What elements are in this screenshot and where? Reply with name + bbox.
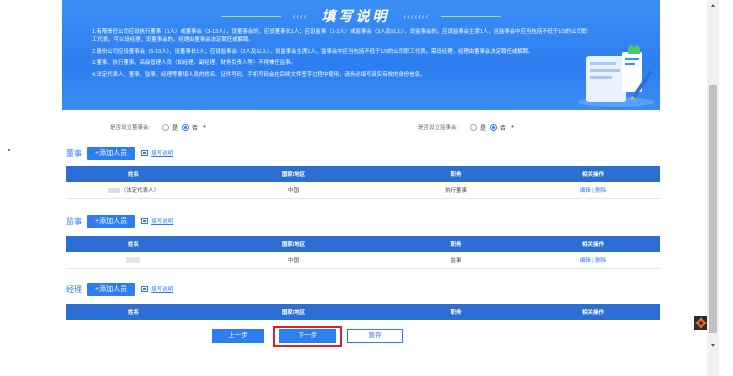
next-step-button[interactable]: 下一步: [279, 329, 336, 343]
board-no-label: 否: [192, 125, 199, 132]
cell-country: 中国: [287, 188, 299, 194]
title-divider-right: [441, 15, 502, 17]
manager-table: 姓名 国家/地区 职务 相关操作: [66, 304, 660, 320]
board-no-radio[interactable]: [182, 123, 190, 131]
delete-link[interactable]: 删除: [595, 188, 606, 194]
title-arrows-right: ‹‹‹‹‹‹‹: [403, 11, 430, 21]
banner-title: 填写说明: [321, 8, 390, 24]
supervisor-no-label: 否: [500, 125, 507, 132]
table-header: 姓名 国家/地区 职务 相关操作: [66, 304, 660, 320]
section-title: 经理: [66, 284, 82, 294]
cell-actions: 编辑 | 删除: [526, 186, 660, 194]
save-draft-button[interactable]: 暂存: [347, 329, 403, 343]
redacted-name: [107, 188, 120, 194]
board-question: 是否设立董事会: 是 否 •: [110, 121, 206, 133]
clipboard-pen-illustration: [578, 45, 654, 107]
scroll-up-icon[interactable]: [711, 4, 715, 7]
supervisor-yes-radio[interactable]: [470, 123, 478, 131]
cell-role: 监事: [450, 258, 462, 264]
section-header-director: 董事 +添加人员 填写说明: [66, 146, 173, 160]
header-name: 姓名: [127, 310, 139, 316]
board-question-label: 是否设立董事会:: [110, 125, 151, 131]
section-title: 监事: [66, 216, 82, 226]
header-country: 国家/地区: [281, 310, 306, 316]
manager-help-link[interactable]: 填写说明: [141, 285, 173, 293]
header-role: 职务: [450, 310, 462, 316]
action-separator: |: [592, 188, 594, 194]
cell-name: [66, 256, 201, 263]
cell-name: （法定代表人）: [66, 186, 201, 194]
board-yes-label: 是: [172, 125, 179, 132]
document-icon: [141, 150, 149, 156]
delete-link[interactable]: 删除: [595, 258, 606, 264]
vertical-scrollbar[interactable]: [707, 0, 719, 376]
supervisor-table: 姓名 国家/地区 职务 相关操作 中国 监事 编辑 | 删除: [66, 236, 660, 269]
help-label: 填写说明: [151, 151, 174, 157]
prev-step-button[interactable]: 上一步: [212, 329, 264, 343]
note-4: 4.法定代表人、董事、监事、经理等要填人员的姓名、证件号码、手机号码会在后续文件…: [92, 71, 426, 78]
supervisor-help-link[interactable]: 填写说明: [141, 217, 173, 225]
header-name: 姓名: [127, 172, 139, 178]
header-role: 职务: [450, 172, 462, 178]
note-2: 2.股份公司应设董事会（5-19人），设董事长1人；应设监事会（3人及以上），设…: [92, 48, 534, 55]
action-separator: |: [592, 258, 594, 264]
document-icon: [141, 286, 149, 292]
header-country: 国家/地区: [281, 172, 306, 178]
header-actions: 相关操作: [581, 242, 604, 248]
add-director-button[interactable]: +添加人员: [87, 146, 136, 160]
header-country: 国家/地区: [281, 242, 306, 248]
board-yes-radio[interactable]: [162, 123, 170, 131]
stray-dot: [8, 149, 10, 151]
instructions-banner: ‹‹‹‹ 填写说明 ‹‹‹‹‹‹‹ 1.有限责任公司应设执行董事（1人）或董事会…: [62, 0, 660, 110]
supervisor-no-radio[interactable]: [490, 123, 498, 131]
document-icon: [141, 218, 149, 224]
table-header: 姓名 国家/地区 职务 相关操作: [66, 236, 660, 252]
supervisor-question-label: 是否设立监事会:: [418, 125, 459, 131]
section-header-supervisor: 监事 +添加人员 填写说明: [66, 214, 173, 228]
edit-link[interactable]: 编辑: [580, 188, 591, 194]
help-label: 填写说明: [151, 287, 174, 293]
footer-actions: 上一步 下一步 暂存: [0, 326, 733, 347]
table-row: 中国 监事 编辑 | 删除: [66, 252, 660, 269]
required-mark: •: [203, 122, 206, 131]
gear-badge-icon[interactable]: [694, 316, 708, 330]
header-actions: 相关操作: [581, 310, 604, 316]
required-mark: •: [511, 122, 514, 131]
cell-actions: 编辑 | 删除: [526, 256, 660, 264]
header-role: 职务: [450, 242, 462, 248]
help-label: 填写说明: [151, 219, 174, 225]
name-suffix: （法定代表人）: [120, 188, 160, 194]
table-header: 姓名 国家/地区 职务 相关操作: [66, 166, 660, 182]
note-3: 3.董事、执行董事、高级管理人员（如经理、副经理、财务负责人等）不得兼任监事。: [92, 60, 296, 67]
table-row: （法定代表人） 中国 执行董事 编辑 | 删除: [66, 182, 660, 199]
add-supervisor-button[interactable]: +添加人员: [87, 214, 136, 228]
banner-title-row: ‹‹‹‹ 填写说明 ‹‹‹‹‹‹‹: [62, 7, 660, 25]
header-actions: 相关操作: [581, 172, 604, 178]
supervisor-question: 是否设立监事会: 是 否 •: [418, 121, 514, 133]
director-table: 姓名 国家/地区 职务 相关操作 （法定代表人） 中国 执行董事 编辑 | 删除: [66, 166, 660, 199]
cell-country: 中国: [287, 258, 299, 264]
left-margin: [0, 0, 6, 376]
supervisor-yes-label: 是: [480, 125, 487, 132]
scroll-down-icon[interactable]: [711, 344, 715, 347]
scroll-thumb[interactable]: [709, 85, 717, 333]
title-arrows-left: ‹‹‹‹: [292, 11, 308, 21]
header-name: 姓名: [127, 242, 139, 248]
redacted-name: [126, 256, 140, 263]
section-header-manager: 经理 +添加人员 填写说明: [66, 282, 173, 296]
cell-role: 执行董事: [444, 188, 467, 194]
title-divider-left: [220, 15, 281, 17]
note-1: 1.有限责任公司应设执行董事（1人）或董事会（3-13人），设董事会的，应设董事…: [92, 29, 588, 44]
director-help-link[interactable]: 填写说明: [141, 149, 173, 157]
banner-notes: 1.有限责任公司应设执行董事（1人）或董事会（3-13人），设董事会的，应设董事…: [92, 28, 592, 82]
section-title: 董事: [66, 148, 82, 158]
add-manager-button[interactable]: +添加人员: [87, 282, 136, 296]
edit-link[interactable]: 编辑: [580, 258, 591, 264]
